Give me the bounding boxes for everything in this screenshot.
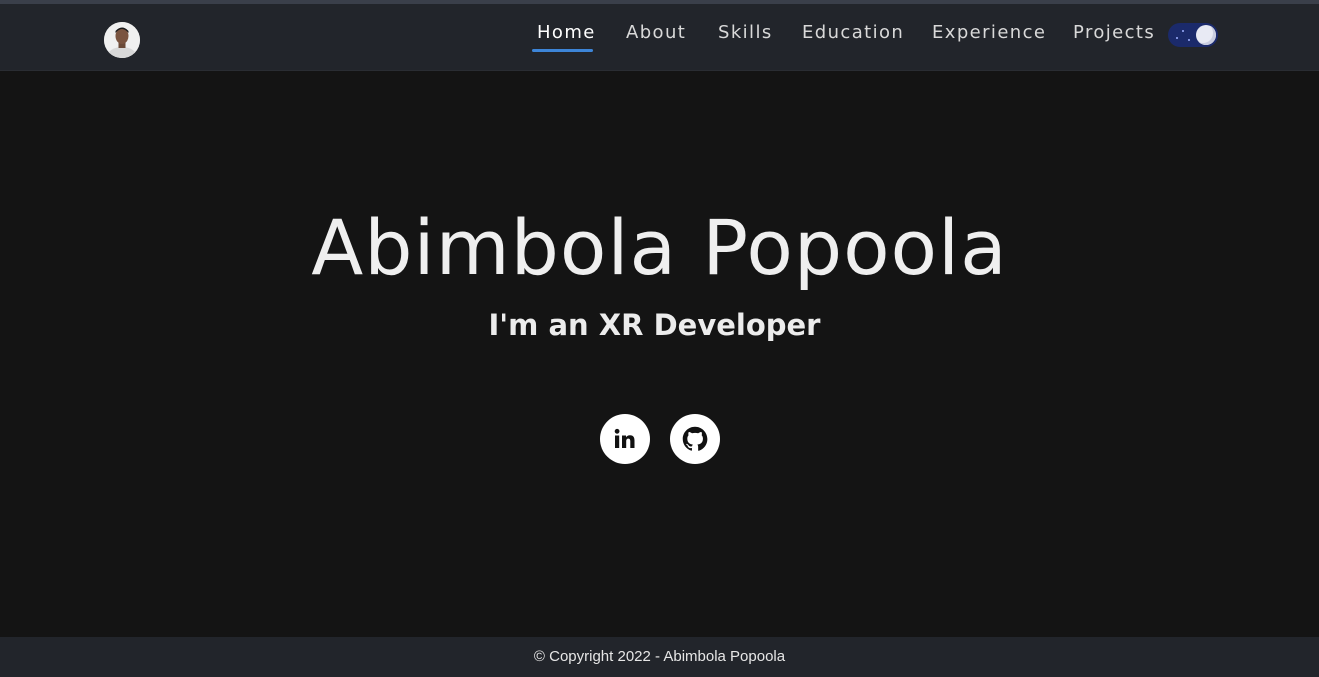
nav-education[interactable]: Education [802,22,904,43]
nav-projects[interactable]: Projects [1073,22,1155,43]
star-icon [1182,30,1184,32]
active-nav-indicator [532,49,593,52]
nav-skills[interactable]: Skills [718,22,773,43]
copyright-text: © Copyright 2022 - Abimbola Popoola [533,648,786,665]
linkedin-button[interactable] [600,414,650,464]
footer: © Copyright 2022 - Abimbola Popoola [0,637,1319,677]
moon-icon [1196,25,1216,45]
dark-mode-toggle-icon[interactable] [1168,23,1218,47]
nav-experience[interactable]: Experience [932,22,1046,43]
star-icon [1176,37,1178,39]
navbar: Home About Skills Education Experience P… [0,4,1319,71]
nav-links: Home About Skills Education Experience P… [0,4,1319,70]
nav-home[interactable]: Home [537,22,596,43]
star-icon [1188,39,1190,41]
hero-subtitle: I'm an XR Developer [488,308,821,342]
nav-about[interactable]: About [626,22,686,43]
hero-name: Abimbola Popoola [311,203,1008,292]
linkedin-icon [614,428,635,448]
github-icon [682,426,708,451]
github-button[interactable] [670,414,720,464]
